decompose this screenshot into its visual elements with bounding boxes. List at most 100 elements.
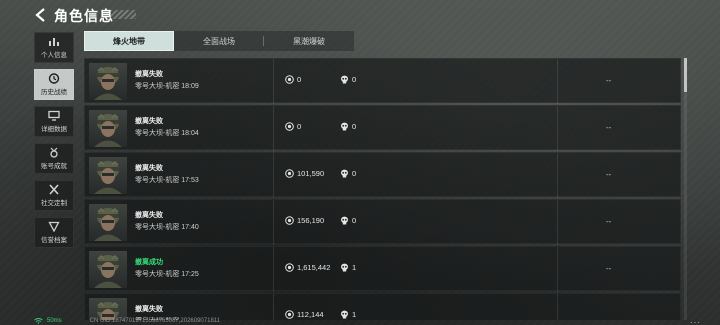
kills-count: 0	[352, 122, 357, 131]
back-arrow-icon[interactable]	[34, 8, 48, 22]
column-divider	[557, 59, 558, 104]
skull-icon	[341, 122, 348, 131]
coin-icon	[285, 75, 294, 84]
extra-value: --	[606, 264, 612, 273]
scrollbar-thumb[interactable]	[684, 58, 687, 92]
match-history-list: 撤离失败 零号大坝-机密 18:09 0 0 -- 撤离失败 零号大坝-机密 1…	[84, 58, 681, 320]
kills-count: 0	[352, 216, 357, 225]
scrollbar[interactable]	[684, 58, 687, 320]
sidebar-item-details[interactable]: 详细数据	[34, 106, 74, 137]
skull-icon	[341, 310, 348, 319]
extraction-result: 撤离失败	[135, 71, 163, 78]
value-amount: 156,190	[297, 216, 325, 225]
kills-stat: 1	[340, 310, 356, 319]
sidebar-item-history[interactable]: 历史战绩	[34, 69, 74, 100]
value-amount: 0	[297, 122, 302, 131]
table-row[interactable]: 撤离失败 零号大坝-机密 112,144 1	[84, 293, 681, 320]
operator-portrait-icon	[94, 113, 122, 147]
sidebar-item-label: 历史战绩	[41, 89, 67, 96]
column-divider	[557, 153, 558, 198]
extraction-result: 撤离失败	[135, 212, 163, 219]
title-decoration	[110, 10, 136, 19]
uid-text: CN UID:18747019715598765087,202609071811	[89, 318, 221, 324]
avatar	[89, 251, 127, 288]
value-amount: 0	[297, 75, 302, 84]
sidebar-item-label: 社交定制	[41, 200, 67, 207]
column-divider	[557, 106, 558, 151]
extra-value: --	[606, 217, 612, 226]
column-divider	[557, 247, 558, 292]
tab-warzone[interactable]: 烽火地带	[84, 31, 174, 51]
operator-portrait-icon	[94, 254, 122, 288]
column-divider	[557, 200, 558, 245]
clock-icon	[48, 73, 60, 84]
skull-icon	[341, 169, 348, 178]
sidebar: 个人信息 历史战绩 详细数据 账号成就 社交定制 信誉档案	[34, 32, 74, 254]
value-amount: 112,144	[297, 310, 324, 319]
page-title: 角色信息	[54, 8, 114, 24]
more-options-icon[interactable]: ···	[690, 318, 701, 325]
value-amount: 101,590	[297, 169, 325, 178]
sidebar-item-label: 账号成就	[41, 163, 67, 170]
tab-label: 全面战场	[203, 36, 235, 46]
kills-stat: 0	[340, 122, 356, 131]
operator-portrait-icon	[94, 160, 122, 194]
kills-count: 0	[352, 169, 357, 178]
table-row[interactable]: 撤离失败 零号大坝-机密 17:40 156,190 0 --	[84, 199, 681, 245]
extra-value: --	[606, 123, 612, 132]
sidebar-item-label: 个人信息	[41, 52, 67, 59]
mode-tabs: 烽火地带 全面战场 黑潮爆破	[84, 31, 354, 51]
column-divider	[273, 247, 274, 292]
map-time: 零号大坝-机密 18:09	[135, 83, 199, 90]
map-time: 零号大坝-机密 17:40	[135, 224, 199, 231]
avatar	[89, 204, 127, 241]
column-divider	[273, 153, 274, 198]
tab-full-battlefield[interactable]: 全面战场	[174, 31, 264, 51]
sidebar-item-achievements[interactable]: 账号成就	[34, 143, 74, 174]
wifi-icon	[34, 318, 43, 324]
avatar	[89, 157, 127, 194]
avatar	[89, 63, 127, 100]
medal-icon	[50, 147, 58, 158]
operator-portrait-icon	[94, 66, 122, 100]
shield-icon	[48, 221, 60, 232]
sidebar-item-label: 详细数据	[41, 126, 67, 133]
column-divider	[273, 200, 274, 245]
column-divider	[557, 294, 558, 320]
kills-stat: 1	[340, 263, 356, 272]
extra-value: --	[606, 76, 612, 85]
value-stat: 1,615,442	[285, 263, 330, 272]
skull-icon	[341, 263, 348, 272]
table-row[interactable]: 撤离成功 零号大坝-机密 17:25 1,615,442 1 --	[84, 246, 681, 292]
kills-stat: 0	[340, 75, 356, 84]
kills-stat: 0	[340, 216, 356, 225]
extraction-result: 撤离失败	[135, 165, 163, 172]
map-time: 零号大坝-机密 17:25	[135, 271, 199, 278]
sidebar-item-reputation[interactable]: 信誉档案	[34, 217, 74, 248]
column-divider	[273, 106, 274, 151]
skull-icon	[341, 216, 348, 225]
sidebar-item-profile[interactable]: 个人信息	[34, 32, 74, 63]
table-row[interactable]: 撤离失败 零号大坝-机密 17:53 101,590 0 --	[84, 152, 681, 198]
tab-dark-tide[interactable]: 黑潮爆破	[264, 31, 354, 51]
header: 角色信息	[0, 0, 720, 30]
value-stat: 112,144	[285, 310, 324, 319]
value-stat: 101,590	[285, 169, 324, 178]
value-stat: 0	[285, 75, 301, 84]
table-row[interactable]: 撤离失败 零号大坝-机密 18:04 0 0 --	[84, 105, 681, 151]
value-stat: 156,190	[285, 216, 324, 225]
coin-icon	[285, 169, 294, 178]
latency-value: 50ms	[47, 318, 62, 324]
column-divider	[273, 59, 274, 104]
tools-icon	[49, 184, 59, 195]
kills-count: 1	[352, 263, 357, 272]
column-divider	[273, 294, 274, 320]
avatar	[89, 110, 127, 147]
sidebar-item-label: 信誉档案	[41, 237, 67, 244]
coin-icon	[285, 263, 294, 272]
table-row[interactable]: 撤离失败 零号大坝-机密 18:09 0 0 --	[84, 58, 681, 104]
status-footer: 50ms CN UID:18747019715598765087,2026090…	[34, 317, 220, 325]
sidebar-item-social[interactable]: 社交定制	[34, 180, 74, 211]
map-time: 零号大坝-机密 18:04	[135, 130, 199, 137]
extraction-result: 撤离失败	[135, 306, 163, 313]
